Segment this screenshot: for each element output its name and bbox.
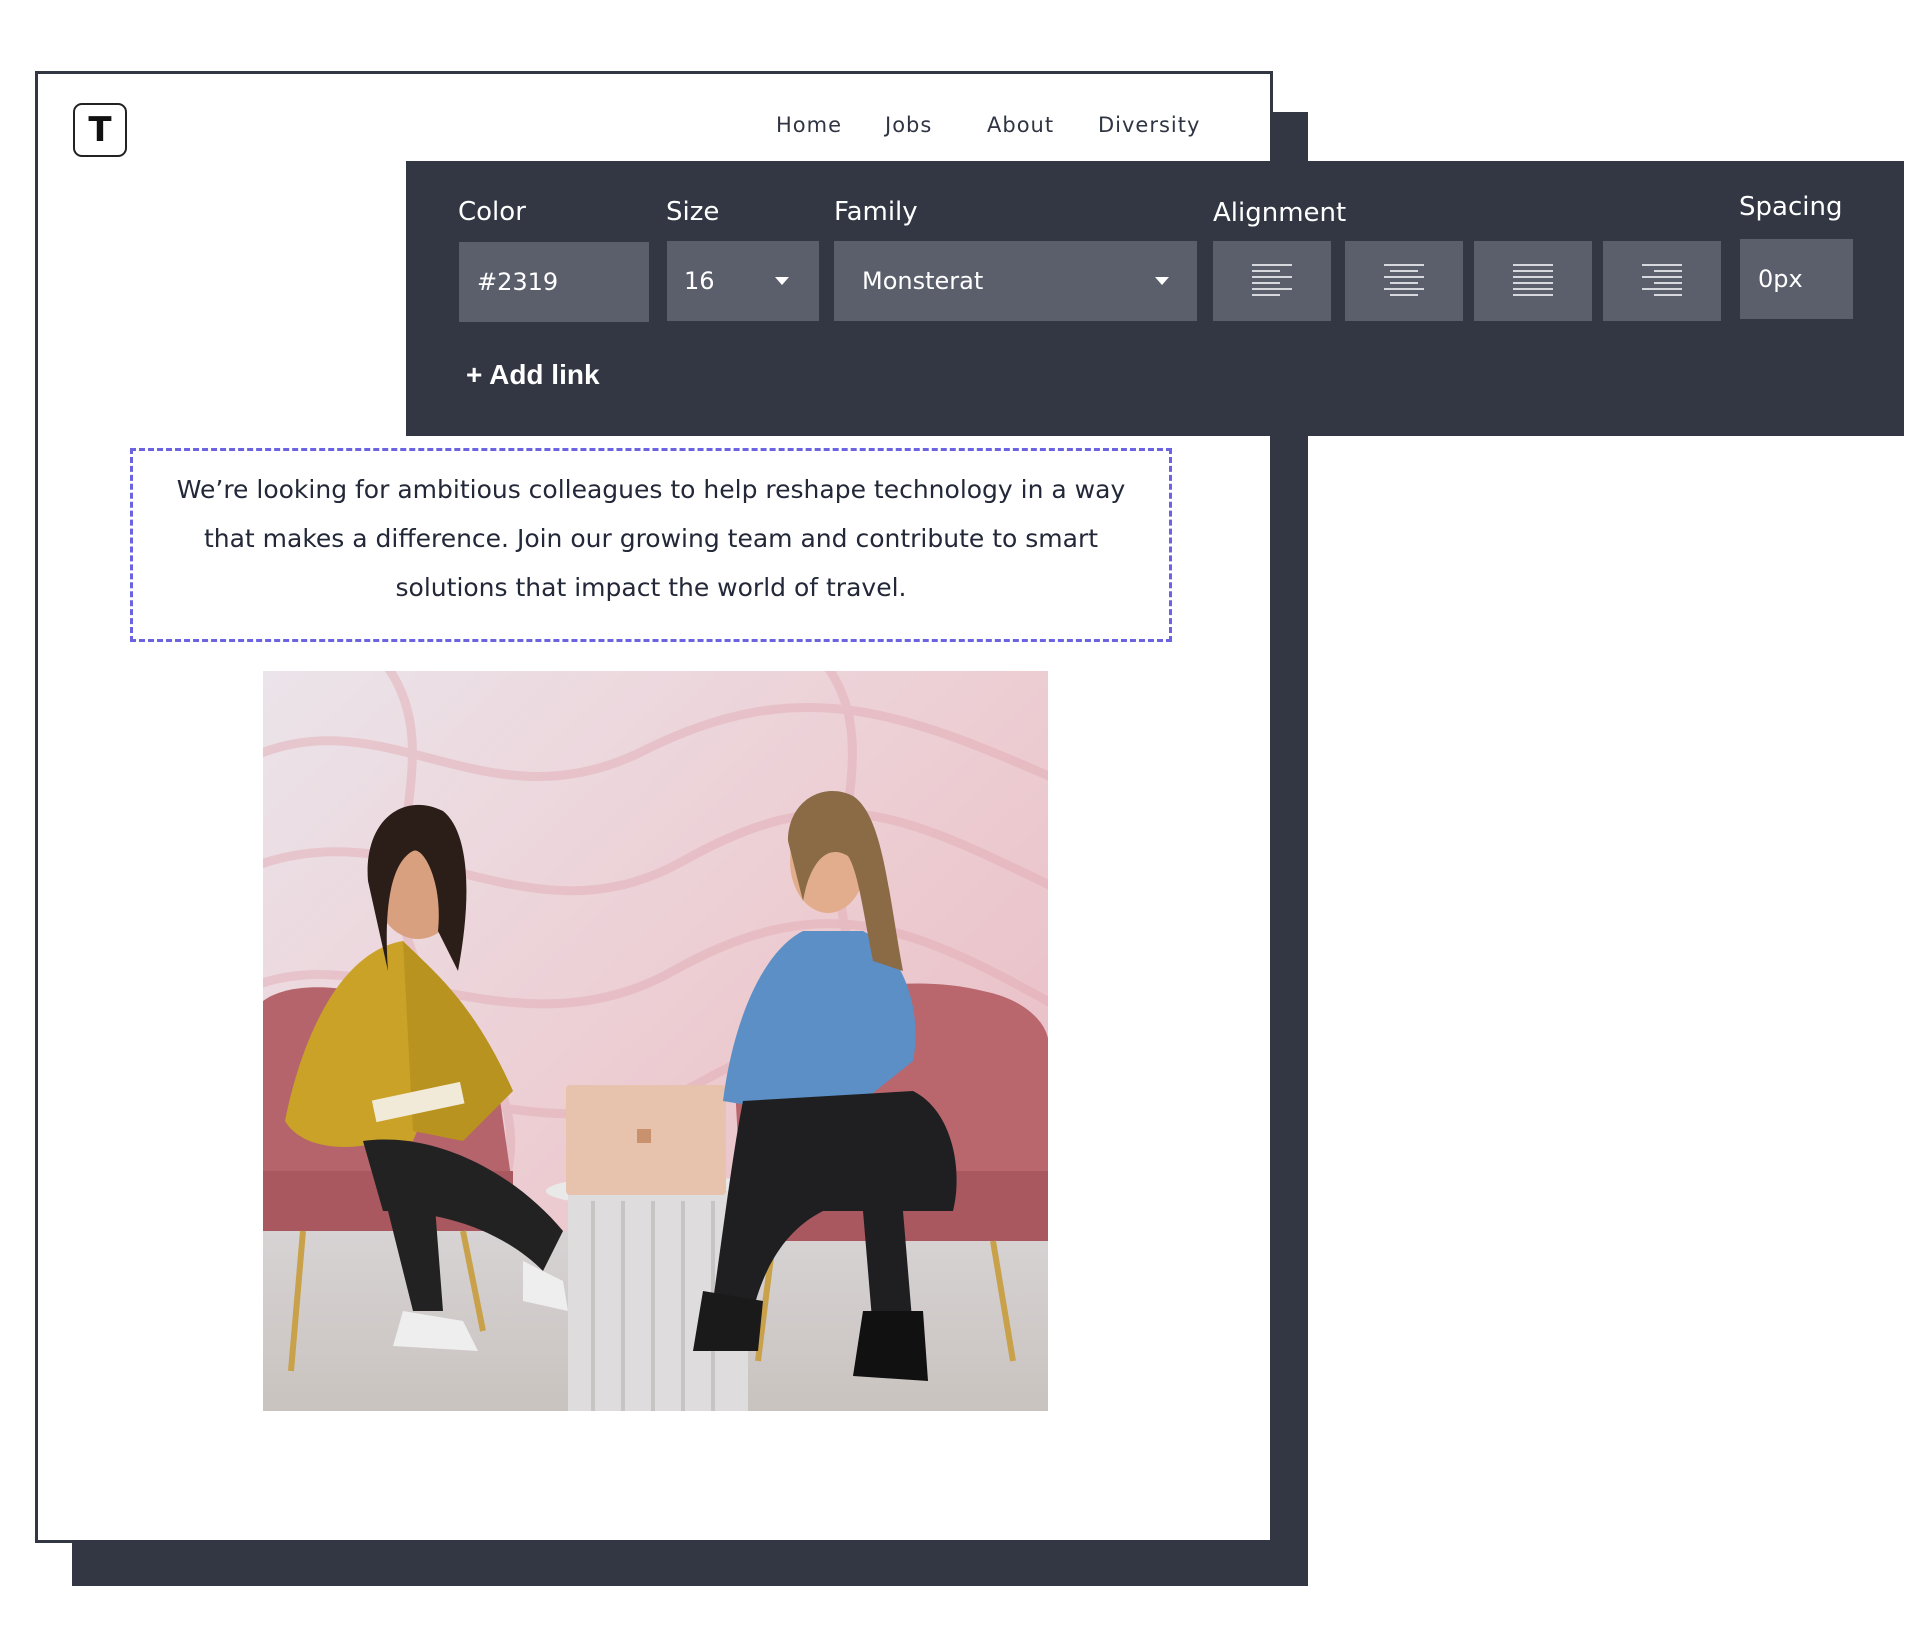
- align-center-icon: [1384, 264, 1424, 296]
- intro-paragraph: We’re looking for ambitious colleagues t…: [176, 475, 1126, 602]
- align-justify-icon: [1513, 264, 1553, 296]
- team-photo-image: [263, 671, 1048, 1411]
- align-justify-button[interactable]: [1474, 241, 1592, 321]
- size-value: 16: [684, 267, 715, 295]
- logo[interactable]: T: [73, 103, 127, 157]
- family-label: Family: [834, 197, 918, 227]
- alignment-label: Alignment: [1213, 198, 1347, 228]
- add-link-button[interactable]: + Add link: [466, 359, 600, 391]
- align-left-icon: [1252, 264, 1292, 296]
- chevron-down-icon: [775, 277, 789, 285]
- team-photo: [263, 671, 1048, 1411]
- size-select[interactable]: 16: [667, 241, 819, 321]
- align-center-button[interactable]: [1345, 241, 1463, 321]
- size-label: Size: [666, 197, 720, 227]
- align-right-button[interactable]: [1603, 241, 1721, 321]
- family-select[interactable]: Monsterat: [834, 241, 1197, 321]
- logo-letter: T: [88, 110, 112, 150]
- text-style-toolbar: Color #2319 Size 16 Family Monsterat Ali…: [406, 161, 1904, 436]
- color-value: #2319: [477, 268, 559, 296]
- spacing-label: Spacing: [1739, 192, 1843, 222]
- nav-home[interactable]: Home: [776, 113, 842, 137]
- nav-about[interactable]: About: [987, 113, 1054, 137]
- spacing-value: 0px: [1758, 265, 1803, 293]
- family-value: Monsterat: [862, 267, 984, 295]
- align-right-icon: [1642, 264, 1682, 296]
- color-label: Color: [458, 197, 526, 227]
- chevron-down-icon: [1155, 277, 1169, 285]
- nav-diversity[interactable]: Diversity: [1098, 113, 1200, 137]
- selected-text-block[interactable]: We’re looking for ambitious colleagues t…: [130, 448, 1172, 642]
- color-input[interactable]: #2319: [459, 242, 649, 322]
- spacing-input[interactable]: 0px: [1740, 239, 1853, 319]
- nav-jobs[interactable]: Jobs: [885, 113, 932, 137]
- align-left-button[interactable]: [1213, 241, 1331, 321]
